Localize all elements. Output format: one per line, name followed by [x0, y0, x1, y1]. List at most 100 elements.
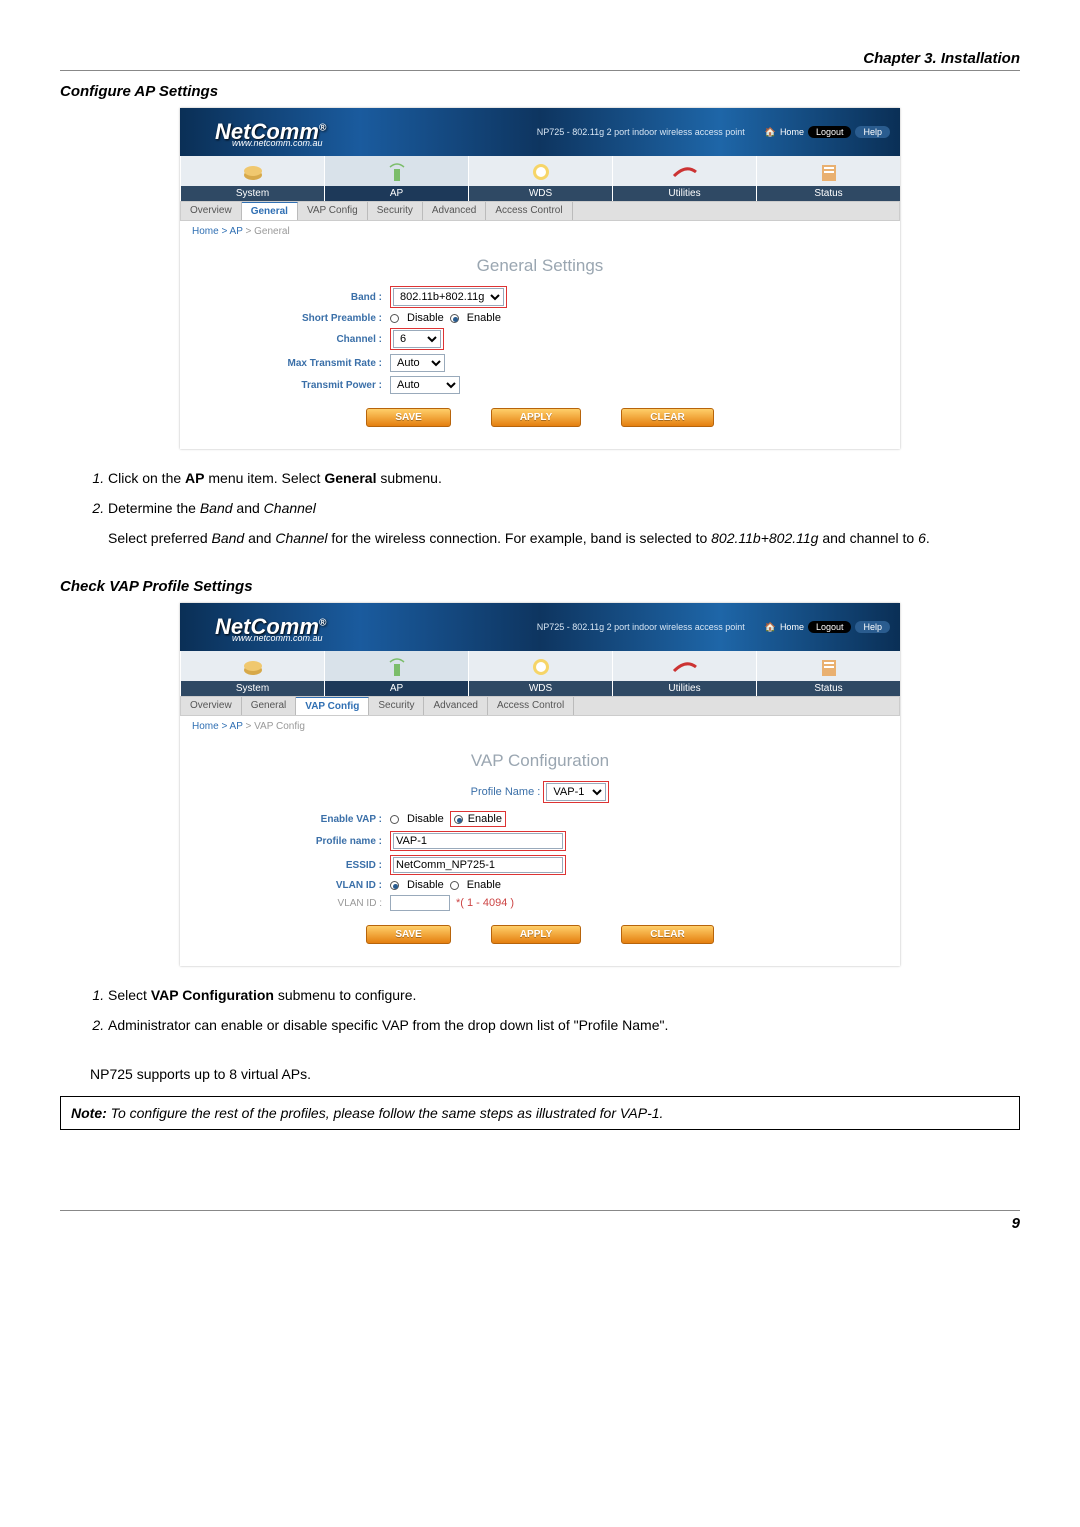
router-screenshot-vap: NetComm® www.netcomm.com.au NP725 - 802.… [180, 603, 900, 966]
profile-name-input[interactable] [393, 833, 563, 849]
chapter-header: Chapter 3. Installation [60, 50, 1020, 71]
vlan-id-input[interactable] [390, 895, 450, 911]
note-label: Note: [71, 1105, 107, 1121]
essid-input[interactable] [393, 857, 563, 873]
home-link[interactable]: Home [780, 127, 804, 137]
configure-ap-steps: Click on the AP menu item. Select Genera… [90, 467, 1020, 550]
tx-power-label: Transmit Power : [200, 380, 390, 391]
help-button[interactable]: Help [855, 621, 890, 633]
system-icon [181, 158, 324, 186]
tab-security[interactable]: Security [369, 697, 424, 715]
section-title-configure-ap: Configure AP Settings [60, 83, 1020, 100]
vlan-id-hint: *( 1 - 4094 ) [456, 897, 514, 909]
main-nav: System AP WDS Utilities Status [180, 156, 900, 201]
clear-button[interactable]: CLEAR [621, 925, 713, 944]
page-number: 9 [60, 1211, 1020, 1232]
note-box: Note: To configure the rest of the profi… [60, 1096, 1020, 1130]
nav-status[interactable]: Status [756, 651, 900, 696]
ap-icon [325, 158, 468, 186]
tab-vap-config[interactable]: VAP Config [296, 697, 369, 715]
note-body: To configure the rest of the profiles, p… [107, 1105, 664, 1121]
tab-vap-config[interactable]: VAP Config [298, 202, 368, 220]
vlan-id-input-label: VLAN ID : [200, 898, 390, 909]
band-select[interactable]: 802.11b+802.11g [393, 288, 504, 306]
logo-subtext: www.netcomm.com.au [232, 633, 323, 643]
tab-overview[interactable]: Overview [181, 202, 242, 220]
max-tx-rate-label: Max Transmit Rate : [200, 358, 390, 369]
tab-overview[interactable]: Overview [181, 697, 242, 715]
nav-system[interactable]: System [180, 651, 324, 696]
ap-subtabs: Overview General VAP Config Security Adv… [180, 696, 900, 716]
nav-wds[interactable]: WDS [468, 156, 612, 201]
main-nav: System AP WDS Utilities Status [180, 651, 900, 696]
profile-select[interactable]: VAP-1 [546, 783, 606, 801]
vlan-enable-radio[interactable] [450, 881, 459, 890]
nav-system[interactable]: System [180, 156, 324, 201]
breadcrumb: Home > AP > General [180, 221, 900, 242]
step-1: Select VAP Configuration submenu to conf… [108, 984, 1020, 1008]
ap-icon [325, 653, 468, 681]
nav-ap[interactable]: AP [324, 651, 468, 696]
tab-general[interactable]: General [242, 697, 297, 715]
product-tagline: NP725 - 802.11g 2 port indoor wireless a… [537, 127, 745, 137]
profile-select-label: Profile Name : [471, 786, 541, 798]
apply-button[interactable]: APPLY [491, 408, 581, 427]
profile-name-label: Profile name : [200, 836, 390, 847]
product-tagline: NP725 - 802.11g 2 port indoor wireless a… [537, 622, 745, 632]
short-preamble-enable-radio[interactable] [450, 314, 459, 323]
utilities-icon [613, 158, 756, 186]
save-button[interactable]: SAVE [366, 408, 451, 427]
save-button[interactable]: SAVE [366, 925, 451, 944]
general-settings-panel: General Settings Band : 802.11b+802.11g … [180, 242, 900, 449]
tab-advanced[interactable]: Advanced [423, 202, 486, 220]
short-preamble-disable-radio[interactable] [390, 314, 399, 323]
enable-vap-enable-radio[interactable] [454, 815, 463, 824]
panel-title: General Settings [200, 256, 880, 276]
help-button[interactable]: Help [855, 126, 890, 138]
tx-power-select[interactable]: Auto [390, 376, 460, 394]
status-icon [757, 158, 900, 186]
ap-subtabs: Overview General VAP Config Security Adv… [180, 201, 900, 221]
tab-security[interactable]: Security [368, 202, 423, 220]
nav-utilities[interactable]: Utilities [612, 651, 756, 696]
vlan-disable-radio[interactable] [390, 881, 399, 890]
router-screenshot-general: NetComm® www.netcomm.com.au NP725 - 802.… [180, 108, 900, 449]
router-header: NetComm® www.netcomm.com.au NP725 - 802.… [180, 603, 900, 651]
short-preamble-label: Short Preamble : [200, 313, 390, 324]
band-label: Band : [351, 292, 382, 303]
logout-button[interactable]: Logout [808, 126, 852, 138]
nav-wds[interactable]: WDS [468, 651, 612, 696]
breadcrumb: Home > AP > VAP Config [180, 716, 900, 737]
check-vap-steps: Select VAP Configuration submenu to conf… [90, 984, 1020, 1038]
essid-label: ESSID : [200, 860, 390, 871]
channel-select[interactable]: 6 [393, 330, 441, 348]
home-icon: 🏠 [765, 622, 776, 633]
home-link[interactable]: Home [780, 622, 804, 632]
system-icon [181, 653, 324, 681]
home-icon: 🏠 [765, 127, 776, 138]
router-header: NetComm® www.netcomm.com.au NP725 - 802.… [180, 108, 900, 156]
nav-status[interactable]: Status [756, 156, 900, 201]
logout-button[interactable]: Logout [808, 621, 852, 633]
max-tx-rate-select[interactable]: Auto [390, 354, 445, 372]
clear-button[interactable]: CLEAR [621, 408, 713, 427]
nav-ap[interactable]: AP [324, 156, 468, 201]
vlan-id-label: VLAN ID : [200, 880, 390, 891]
tab-advanced[interactable]: Advanced [424, 697, 487, 715]
nav-utilities[interactable]: Utilities [612, 156, 756, 201]
enable-vap-disable-radio[interactable] [390, 815, 399, 824]
utilities-icon [613, 653, 756, 681]
tab-general[interactable]: General [242, 202, 298, 220]
wds-icon [469, 158, 612, 186]
wds-icon [469, 653, 612, 681]
apply-button[interactable]: APPLY [491, 925, 581, 944]
status-icon [757, 653, 900, 681]
step-2: Determine the Band and Channel Select pr… [108, 497, 1020, 551]
logo-subtext: www.netcomm.com.au [232, 138, 323, 148]
tab-access-control[interactable]: Access Control [488, 697, 574, 715]
step-1: Click on the AP menu item. Select Genera… [108, 467, 1020, 491]
channel-label: Channel : [336, 334, 382, 345]
trailing-text: NP725 supports up to 8 virtual APs. [90, 1066, 1020, 1082]
enable-vap-label: Enable VAP : [200, 814, 390, 825]
tab-access-control[interactable]: Access Control [486, 202, 572, 220]
